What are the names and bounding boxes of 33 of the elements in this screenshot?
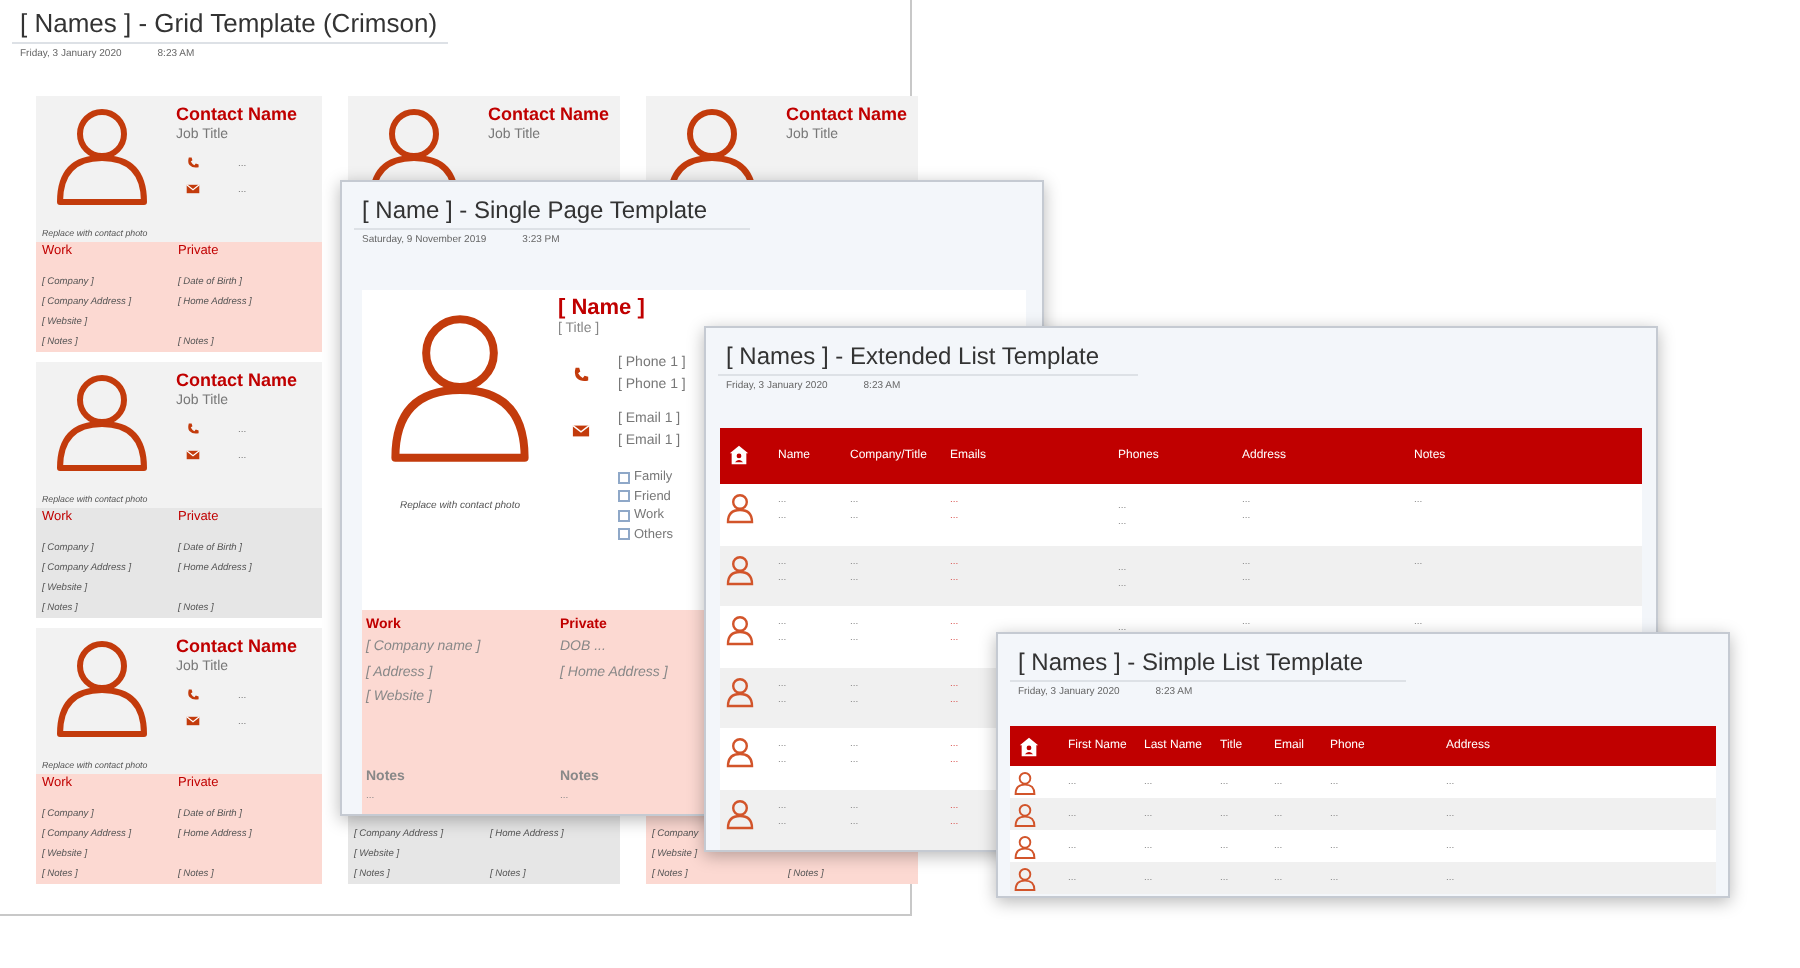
person-icon	[1014, 865, 1036, 891]
person-icon	[726, 675, 754, 707]
house-icon	[728, 444, 750, 467]
person-icon	[1014, 769, 1036, 795]
contact-name: Contact Name	[786, 104, 908, 124]
window-title: [ Names ] - Grid Template (Crimson)	[20, 10, 438, 38]
contact-name: Contact Name	[176, 636, 298, 656]
contact-name: Contact Name	[176, 104, 298, 124]
person-icon	[52, 372, 152, 476]
person-icon	[1014, 801, 1036, 827]
email-icon	[186, 714, 200, 728]
phone-icon	[186, 688, 200, 702]
window-title: [ Names ] - Simple List Template	[1018, 648, 1364, 676]
window-title: [ Name ] - Single Page Template	[362, 196, 708, 224]
email-icon	[186, 448, 200, 462]
person-icon	[52, 638, 152, 742]
person-icon	[726, 736, 754, 768]
person-icon	[726, 797, 754, 829]
window-title: [ Names ] - Extended List Template	[726, 342, 1100, 370]
contact-name: [ Name ]	[558, 296, 645, 320]
house-icon	[1018, 735, 1040, 757]
contact-name: Contact Name	[176, 370, 298, 390]
contact-name: Contact Name	[488, 104, 610, 124]
person-icon	[52, 106, 152, 210]
phone-icon	[186, 156, 200, 170]
person-icon	[726, 614, 754, 646]
phone-icon	[186, 422, 200, 436]
person-icon	[726, 553, 754, 585]
person-icon	[726, 492, 754, 524]
phone-icon	[572, 365, 590, 383]
email-icon	[186, 182, 200, 196]
email-icon	[572, 421, 590, 439]
person-icon	[1014, 833, 1036, 859]
